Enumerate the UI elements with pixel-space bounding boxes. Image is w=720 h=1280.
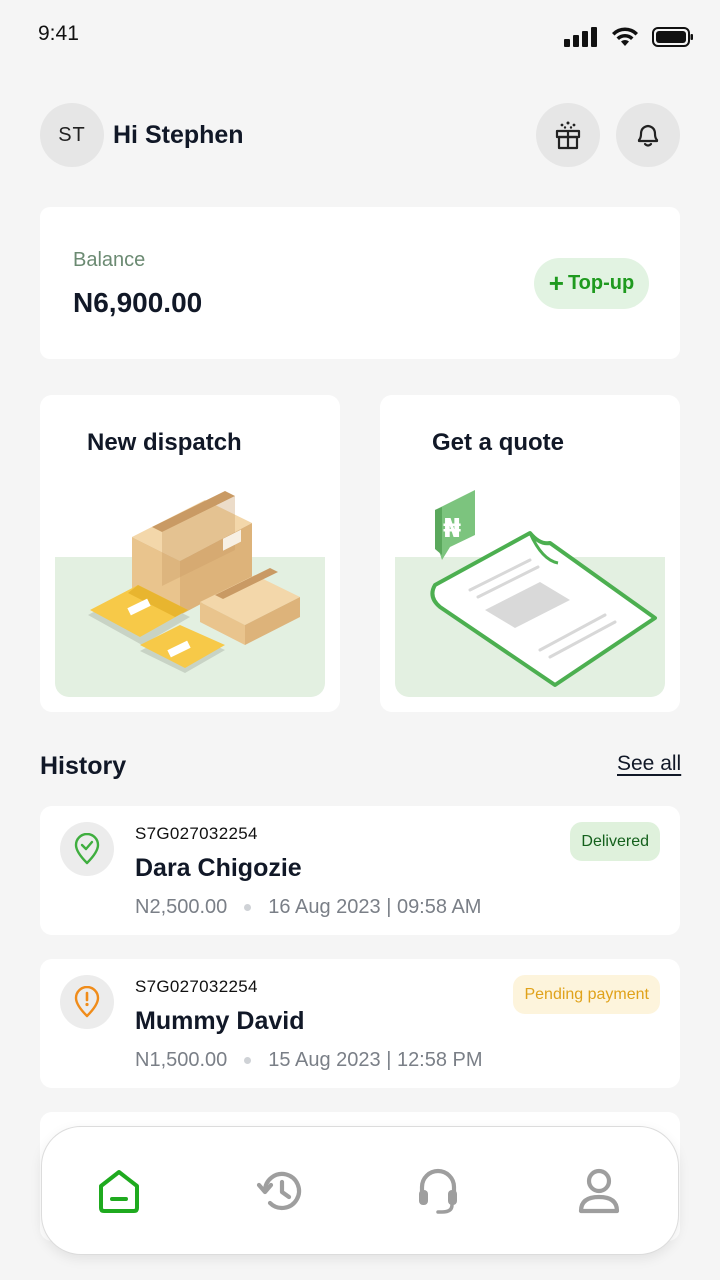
topup-button[interactable]: + Top-up bbox=[534, 258, 649, 309]
nav-support[interactable] bbox=[406, 1159, 470, 1223]
get-quote-title: Get a quote bbox=[432, 429, 565, 456]
header: ST Hi Stephen bbox=[40, 103, 680, 167]
status-time: 9:41 bbox=[38, 22, 79, 45]
bell-icon bbox=[637, 124, 659, 147]
avatar[interactable]: ST bbox=[40, 103, 104, 167]
nav-profile[interactable] bbox=[567, 1159, 631, 1223]
alert-pin-icon bbox=[60, 975, 114, 1029]
status-badge: Pending payment bbox=[513, 975, 660, 1014]
battery-icon bbox=[652, 27, 693, 47]
separator-dot bbox=[244, 1057, 252, 1064]
check-pin-icon bbox=[60, 822, 114, 876]
item-date: 15 Aug 2023 | 12:58 PM bbox=[268, 1049, 483, 1071]
status-bar: 9:41 bbox=[0, 0, 720, 70]
item-meta: N1,500.00 15 Aug 2023 | 12:58 PM bbox=[135, 1049, 483, 1072]
separator-dot bbox=[244, 904, 252, 911]
plus-icon: + bbox=[548, 267, 564, 298]
balance-card: Balance N6,900.00 + Top-up bbox=[40, 207, 680, 359]
item-id: S7G027032254 bbox=[135, 977, 258, 996]
balance-label: Balance bbox=[73, 249, 146, 271]
new-dispatch-title: New dispatch bbox=[87, 429, 242, 456]
see-all-link[interactable]: See all bbox=[617, 752, 681, 776]
headset-icon bbox=[419, 1168, 457, 1214]
balance-amount: N6,900.00 bbox=[73, 287, 203, 318]
bottom-nav bbox=[41, 1126, 679, 1255]
signal-icon bbox=[564, 27, 597, 47]
packages-icon bbox=[88, 491, 300, 673]
item-amount: N1,500.00 bbox=[135, 1049, 228, 1071]
user-icon bbox=[578, 1168, 620, 1214]
item-amount: N2,500.00 bbox=[135, 896, 228, 918]
history-icon bbox=[256, 1171, 302, 1211]
greeting: Hi Stephen bbox=[113, 121, 244, 149]
item-name: Mummy David bbox=[135, 1007, 305, 1035]
status-badge: Delivered bbox=[570, 822, 660, 861]
item-date: 16 Aug 2023 | 09:58 AM bbox=[268, 896, 482, 918]
history-title: History bbox=[40, 752, 127, 780]
new-dispatch-card[interactable]: New dispatch bbox=[40, 395, 340, 712]
svg-text:₦: ₦ bbox=[443, 514, 461, 544]
gift-icon bbox=[555, 121, 581, 150]
notifications-button[interactable] bbox=[616, 103, 680, 167]
home-icon bbox=[99, 1170, 139, 1213]
gift-button[interactable] bbox=[536, 103, 600, 167]
history-item[interactable]: S7G027032254 Dara Chigozie N2,500.00 16 … bbox=[40, 806, 680, 935]
status-icons bbox=[564, 26, 694, 48]
quote-document-icon: ₦ bbox=[430, 490, 657, 687]
wifi-icon bbox=[612, 27, 638, 46]
nav-home[interactable] bbox=[87, 1159, 151, 1223]
item-id: S7G027032254 bbox=[135, 824, 258, 843]
item-meta: N2,500.00 16 Aug 2023 | 09:58 AM bbox=[135, 896, 481, 919]
get-quote-card[interactable]: Get a quote ₦ bbox=[380, 395, 680, 712]
topup-label: Top-up bbox=[567, 272, 635, 294]
item-name: Dara Chigozie bbox=[135, 854, 302, 882]
nav-history[interactable] bbox=[248, 1159, 312, 1223]
history-item[interactable]: S7G027032254 Mummy David N1,500.00 15 Au… bbox=[40, 959, 680, 1088]
